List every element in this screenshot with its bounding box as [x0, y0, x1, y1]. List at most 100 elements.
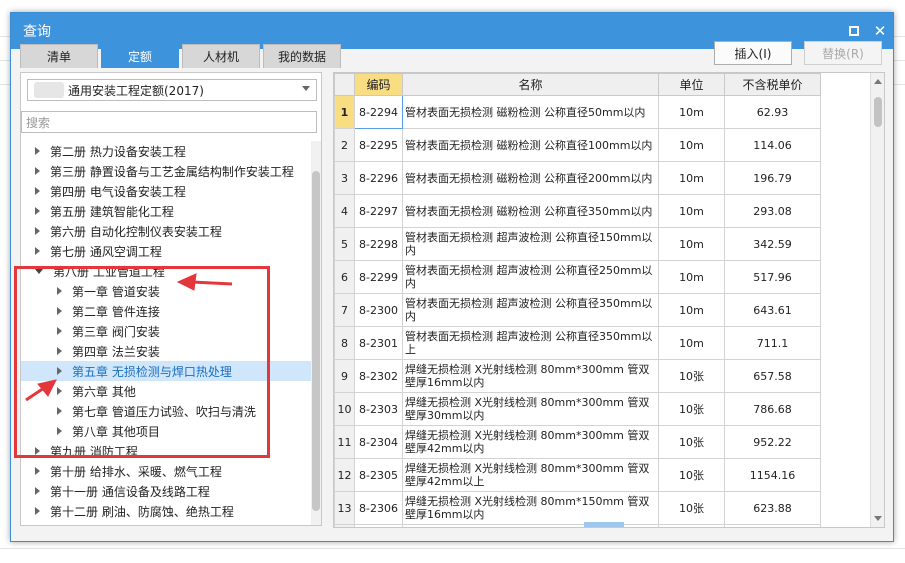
- tree-item[interactable]: 第五册 建筑智能化工程: [21, 201, 311, 221]
- name-cell[interactable]: 焊缝无损检测 X光射线检测 80mm*300mm 管双壁厚16mm以内: [402, 359, 659, 393]
- caret-right-icon[interactable]: [35, 227, 40, 235]
- tree-item[interactable]: 第十册 给排水、采暖、燃气工程: [21, 461, 311, 481]
- name-cell[interactable]: 管材表面无损检测 磁粉检测 公称直径350mm以内: [402, 194, 659, 228]
- unit-cell[interactable]: 10张: [658, 458, 725, 492]
- name-cell[interactable]: 管材表面无损检测 磁粉检测 公称直径50mm以内: [402, 95, 659, 129]
- row-index[interactable]: 5: [334, 227, 355, 261]
- price-cell[interactable]: 293.08: [724, 194, 821, 228]
- code-cell[interactable]: 8-2296: [354, 161, 403, 195]
- scroll-down-icon[interactable]: [874, 516, 882, 521]
- code-cell[interactable]: 8-2299: [354, 260, 403, 294]
- unit-cell[interactable]: 10张: [658, 491, 725, 525]
- code-cell[interactable]: 8-2302: [354, 359, 403, 393]
- code-cell[interactable]: 8-2298: [354, 227, 403, 261]
- code-cell[interactable]: 8-2297: [354, 194, 403, 228]
- table-row[interactable]: 1 8-2294 管材表面无损检测 磁粉检测 公称直径50mm以内 10m 62.93: [334, 95, 821, 129]
- column-header-unit[interactable]: 单位: [658, 73, 725, 96]
- tab-bill[interactable]: 清单: [20, 44, 98, 68]
- price-cell[interactable]: 1154.16: [724, 458, 821, 492]
- name-cell[interactable]: 管材表面无损检测 超声波检测 公称直径150mm以内: [402, 227, 659, 261]
- unit-cell[interactable]: 10m: [658, 260, 725, 294]
- row-index[interactable]: 4: [334, 194, 355, 228]
- tab-quota[interactable]: 定额: [101, 44, 179, 68]
- table-row[interactable]: 7 8-2300 管材表面无损检测 超声波检测 公称直径350mm以内 10m 643.…: [334, 293, 821, 327]
- row-index[interactable]: 2: [334, 128, 355, 162]
- tree-scrollbar[interactable]: [311, 141, 321, 525]
- quota-library-select[interactable]: 通用安装工程定额(2017): [27, 79, 317, 101]
- table-row[interactable]: 4 8-2297 管材表面无损检测 磁粉检测 公称直径350mm以内 10m 293.0…: [334, 194, 821, 228]
- unit-cell[interactable]: 10m: [658, 95, 725, 129]
- caret-right-icon[interactable]: [35, 207, 40, 215]
- unit-cell[interactable]: [658, 524, 725, 527]
- code-cell[interactable]: 8-2295: [354, 128, 403, 162]
- replace-button[interactable]: 替换(R): [804, 41, 882, 65]
- table-row[interactable]: 13 8-2306 焊缝无损检测 X光射线检测 80mm*150mm 管双壁厚16m…: [334, 491, 821, 525]
- code-cell[interactable]: 8-2301: [354, 326, 403, 360]
- code-cell[interactable]: 8-2294: [354, 95, 403, 129]
- price-cell[interactable]: 786.68: [724, 392, 821, 426]
- table-row[interactable]: 9 8-2302 焊缝无损检测 X光射线检测 80mm*300mm 管双壁厚16mm…: [334, 359, 821, 393]
- tree-item[interactable]: 第十二册 刷油、防腐蚀、绝热工程: [21, 501, 311, 521]
- row-index[interactable]: 7: [334, 293, 355, 327]
- table-row[interactable]: 6 8-2299 管材表面无损检测 超声波检测 公称直径250mm以内 10m 517.…: [334, 260, 821, 294]
- splitter-grip[interactable]: [584, 522, 624, 527]
- price-cell[interactable]: 196.79: [724, 161, 821, 195]
- tree-item[interactable]: 第七册 通风空调工程: [21, 241, 311, 261]
- code-cell[interactable]: 8-2304: [354, 425, 403, 459]
- price-cell[interactable]: 114.06: [724, 128, 821, 162]
- scroll-up-icon[interactable]: [874, 79, 882, 84]
- name-cell[interactable]: 管材表面无损检测 磁粉检测 公称直径100mm以内: [402, 128, 659, 162]
- name-cell[interactable]: 焊缝无损检测 X光射线检测 80mm*300mm 管双壁厚42mm以上: [402, 458, 659, 492]
- name-cell[interactable]: 焊缝无损检测 X光射线检测 80mm*300mm 管双壁厚42mm以内: [402, 425, 659, 459]
- row-index[interactable]: 13: [334, 491, 355, 525]
- row-index[interactable]: 9: [334, 359, 355, 393]
- price-cell[interactable]: 711.1: [724, 326, 821, 360]
- caret-right-icon[interactable]: [35, 467, 40, 475]
- price-cell[interactable]: 517.96: [724, 260, 821, 294]
- price-cell[interactable]: 952.22: [724, 425, 821, 459]
- price-cell[interactable]: 643.61: [724, 293, 821, 327]
- price-cell[interactable]: 623.88: [724, 491, 821, 525]
- tab-materials[interactable]: 人材机: [182, 44, 260, 68]
- row-index[interactable]: 11: [334, 425, 355, 459]
- price-cell[interactable]: 342.59: [724, 227, 821, 261]
- row-index[interactable]: 8: [334, 326, 355, 360]
- tree-item[interactable]: 第三册 静置设备与工艺金属结构制作安装工程: [21, 161, 311, 181]
- search-input[interactable]: 搜索: [21, 111, 317, 133]
- name-cell[interactable]: 管材表面无损检测 超声波检测 公称直径350mm以上: [402, 326, 659, 360]
- name-cell[interactable]: 焊缝无损检测 X光射线检测 80mm*300mm 管双壁厚30mm以内: [402, 392, 659, 426]
- column-header-name[interactable]: 名称: [402, 73, 659, 96]
- column-header-price[interactable]: 不含税单价: [724, 73, 821, 96]
- table-row[interactable]: 8 8-2301 管材表面无损检测 超声波检测 公称直径350mm以上 10m 711.…: [334, 326, 821, 360]
- name-cell[interactable]: 管材表面无损检测 超声波检测 公称直径250mm以内: [402, 260, 659, 294]
- tree-item[interactable]: 第四册 电气设备安装工程: [21, 181, 311, 201]
- unit-cell[interactable]: 10张: [658, 392, 725, 426]
- tree-item[interactable]: 第二册 热力设备安装工程: [21, 141, 311, 161]
- code-cell[interactable]: 8-2306: [354, 491, 403, 525]
- table-row[interactable]: 10 8-2303 焊缝无损检测 X光射线检测 80mm*300mm 管双壁厚30m…: [334, 392, 821, 426]
- unit-cell[interactable]: 10m: [658, 293, 725, 327]
- table-row[interactable]: 148-2307焊缝无损检测 X光射线检测 80mm*150mm 管双壁: [334, 524, 821, 527]
- price-cell[interactable]: 62.93: [724, 95, 821, 129]
- unit-cell[interactable]: 10m: [658, 326, 725, 360]
- table-row[interactable]: 12 8-2305 焊缝无损检测 X光射线检测 80mm*300mm 管双壁厚42m…: [334, 458, 821, 492]
- table-row[interactable]: 11 8-2304 焊缝无损检测 X光射线检测 80mm*300mm 管双壁厚42m…: [334, 425, 821, 459]
- unit-cell[interactable]: 10m: [658, 128, 725, 162]
- unit-cell[interactable]: 10张: [658, 425, 725, 459]
- table-row[interactable]: 2 8-2295 管材表面无损检测 磁粉检测 公称直径100mm以内 10m 114.0…: [334, 128, 821, 162]
- row-index[interactable]: 12: [334, 458, 355, 492]
- scroll-thumb[interactable]: [874, 97, 882, 127]
- name-cell[interactable]: 管材表面无损检测 超声波检测 公称直径350mm以内: [402, 293, 659, 327]
- unit-cell[interactable]: 10m: [658, 194, 725, 228]
- column-header-code[interactable]: 编码: [354, 73, 403, 96]
- caret-right-icon[interactable]: [35, 147, 40, 155]
- unit-cell[interactable]: 10m: [658, 161, 725, 195]
- code-cell[interactable]: 8-2307: [354, 524, 403, 527]
- insert-button[interactable]: 插入(I): [714, 41, 792, 65]
- unit-cell[interactable]: 10张: [658, 359, 725, 393]
- tree-item[interactable]: 第六册 自动化控制仪表安装工程: [21, 221, 311, 241]
- row-index[interactable]: 14: [334, 524, 355, 527]
- caret-right-icon[interactable]: [35, 167, 40, 175]
- row-index[interactable]: 10: [334, 392, 355, 426]
- row-index[interactable]: 1: [334, 95, 355, 129]
